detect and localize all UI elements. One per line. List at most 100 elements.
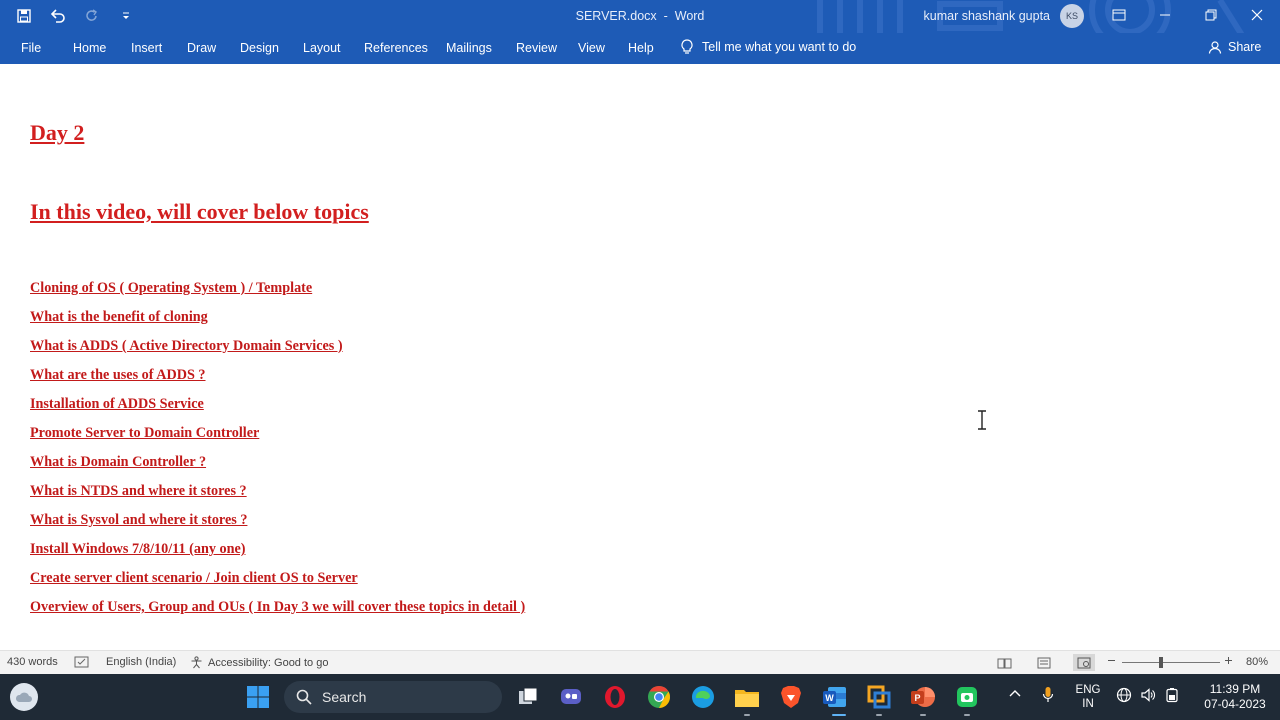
language-code: ENG: [1075, 684, 1101, 696]
zoom-in-button[interactable]: [1224, 656, 1233, 665]
list-item[interactable]: What is the benefit of cloning: [30, 307, 525, 336]
widgets-button[interactable]: [10, 683, 38, 711]
clock-time: 11:39 PM: [1209, 682, 1261, 696]
show-hidden-icons-button[interactable]: [1009, 688, 1021, 701]
heading-day[interactable]: Day 2: [30, 120, 84, 146]
share-label: Share: [1228, 40, 1262, 54]
tab-home[interactable]: Home: [73, 41, 106, 55]
proofing-status[interactable]: [74, 656, 89, 668]
start-button[interactable]: [244, 683, 272, 711]
document-name: SERVER.docx: [575, 9, 657, 23]
running-indicator: [920, 714, 926, 716]
ribbon-tabs: File Home Insert Draw Design Layout Refe…: [0, 33, 1280, 64]
tab-layout[interactable]: Layout: [303, 41, 341, 55]
ribbon-display-options-button[interactable]: [1096, 0, 1142, 30]
tell-me-search[interactable]: Tell me what you want to do: [680, 39, 856, 55]
word-count[interactable]: 430 words: [7, 656, 58, 668]
list-item[interactable]: Overview of Users, Group and OUs ( In Da…: [30, 597, 525, 626]
opera-icon: [605, 686, 625, 708]
taskbar-app-edge[interactable]: [689, 683, 717, 711]
input-language-indicator[interactable]: ENG IN: [1070, 683, 1106, 711]
document-canvas[interactable]: Day 2 In this video, will cover below to…: [0, 64, 1280, 650]
list-item[interactable]: Cloning of OS ( Operating System ) / Tem…: [30, 278, 525, 307]
microphone-button[interactable]: [1042, 686, 1054, 707]
running-indicator: [876, 714, 882, 716]
tab-draw[interactable]: Draw: [187, 41, 216, 55]
tab-insert[interactable]: Insert: [131, 41, 162, 55]
window-title: SERVER.docx - Word: [0, 9, 1280, 23]
tab-mailings[interactable]: Mailings: [446, 41, 492, 55]
word-icon: W: [823, 687, 846, 707]
web-layout-button[interactable]: [1073, 654, 1095, 671]
zoom-level[interactable]: 80%: [1246, 656, 1268, 668]
tab-help[interactable]: Help: [628, 41, 654, 55]
accessibility-checker[interactable]: Accessibility: Good to go: [190, 656, 328, 669]
avatar[interactable]: KS: [1060, 4, 1084, 28]
close-button[interactable]: [1234, 0, 1280, 30]
taskbar-app-powerpoint[interactable]: P: [909, 683, 937, 711]
restore-icon: [1205, 9, 1217, 21]
chrome-icon: [648, 686, 670, 708]
taskbar-search[interactable]: Search: [284, 681, 502, 713]
clock[interactable]: 11:39 PM 07-04-2023: [1196, 682, 1274, 712]
list-item[interactable]: What is NTDS and where it stores ?: [30, 481, 525, 510]
weather-icon: [15, 692, 32, 702]
svg-text:P: P: [914, 693, 920, 703]
running-indicator: [744, 714, 750, 716]
print-layout-button[interactable]: [1033, 654, 1055, 671]
tab-file[interactable]: File: [21, 41, 41, 55]
taskbar-app-vmware[interactable]: [865, 683, 893, 711]
heading-topics-intro[interactable]: In this video, will cover below topics: [30, 199, 369, 225]
running-indicator: [964, 714, 970, 716]
folder-icon: [735, 690, 759, 707]
region-code: IN: [1082, 698, 1094, 710]
virtual-machine-icon: [867, 685, 891, 709]
tab-review[interactable]: Review: [516, 41, 557, 55]
person-icon: [1208, 41, 1222, 54]
taskbar-app-word[interactable]: W: [821, 683, 849, 711]
taskbar-app-snipping[interactable]: [953, 683, 981, 711]
quick-settings-button[interactable]: [1116, 687, 1180, 703]
list-item[interactable]: What is Domain Controller ?: [30, 452, 525, 481]
task-view-button[interactable]: [514, 683, 542, 711]
microphone-icon: [1042, 687, 1054, 702]
taskbar-app-opera[interactable]: [601, 683, 629, 711]
tab-references[interactable]: References: [364, 41, 428, 55]
list-item[interactable]: What are the uses of ADDS ?: [30, 365, 525, 394]
lightbulb-icon: [681, 39, 693, 54]
chat-icon: [561, 689, 581, 704]
app-name: Word: [674, 9, 705, 23]
zoom-slider-track[interactable]: [1122, 662, 1220, 663]
tell-me-text: Tell me what you want to do: [702, 40, 857, 54]
zoom-level-label: 80%: [1246, 656, 1269, 668]
list-item[interactable]: Install Windows 7/8/10/11 (any one): [30, 539, 525, 568]
ribbon-display-icon: [1112, 9, 1126, 21]
zoom-out-button[interactable]: [1107, 656, 1116, 665]
read-mode-button[interactable]: [993, 654, 1015, 671]
volume-icon: [1141, 688, 1155, 702]
restore-button[interactable]: [1188, 0, 1234, 30]
proofing-icon: [74, 656, 89, 668]
list-item[interactable]: Create server client scenario / Join cli…: [30, 568, 525, 597]
share-button[interactable]: Share: [1208, 40, 1261, 54]
minimize-button[interactable]: [1142, 0, 1188, 30]
taskbar-app-file-explorer[interactable]: [733, 683, 761, 711]
taskbar-app-chrome[interactable]: [645, 683, 673, 711]
zoom-slider-thumb[interactable]: [1159, 657, 1163, 668]
language-indicator[interactable]: English (India): [106, 656, 176, 668]
brave-icon: [781, 686, 801, 708]
task-view-icon: [519, 687, 538, 704]
list-item[interactable]: Promote Server to Domain Controller: [30, 423, 525, 452]
list-item[interactable]: What is ADDS ( Active Directory Domain S…: [30, 336, 525, 365]
list-item[interactable]: What is Sysvol and where it stores ?: [30, 510, 525, 539]
tab-design[interactable]: Design: [240, 41, 279, 55]
taskbar-app-brave[interactable]: [777, 683, 805, 711]
tab-view[interactable]: View: [578, 41, 605, 55]
taskbar-app-chat[interactable]: [557, 683, 585, 711]
topic-list: Cloning of OS ( Operating System ) / Tem…: [30, 278, 525, 626]
search-icon: [296, 689, 312, 705]
list-item[interactable]: Installation of ADDS Service: [30, 394, 525, 423]
account-name[interactable]: kumar shashank gupta: [924, 9, 1050, 23]
print-layout-icon: [1037, 657, 1051, 668]
powerpoint-icon: P: [911, 687, 935, 707]
